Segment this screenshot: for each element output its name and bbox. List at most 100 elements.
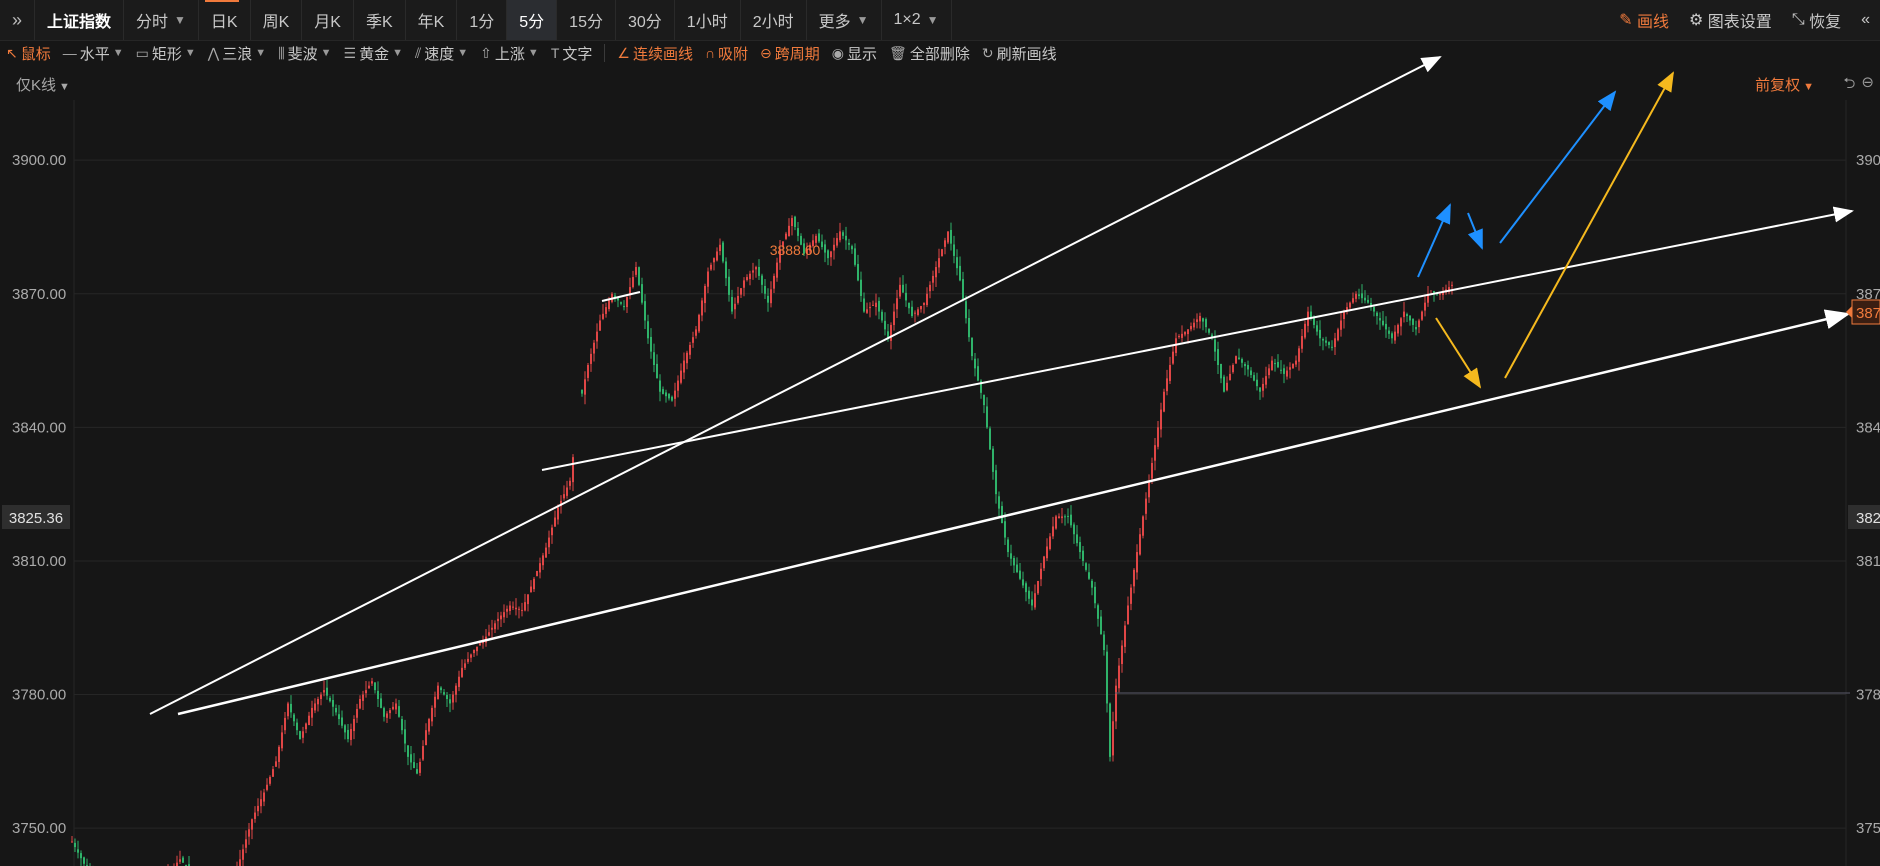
candle-body (536, 570, 538, 577)
kline-chart[interactable]: 3900.00 390 3870.00 387 3840.00 384 3810.00 381… (0, 0, 1880, 866)
candle-body (443, 692, 445, 695)
candle-body (1340, 320, 1342, 330)
candle-body (623, 305, 625, 308)
candle-body (1037, 580, 1039, 594)
candle-body (890, 324, 892, 341)
candle-body (509, 605, 511, 612)
candle-body (290, 703, 292, 713)
candle-body (920, 306, 922, 310)
candle-body (905, 292, 907, 301)
candle-body (1409, 315, 1411, 321)
candle-body (506, 608, 508, 612)
candle-body (737, 295, 739, 303)
candle-body (332, 700, 334, 707)
candle-body (839, 231, 841, 241)
candle-body (1418, 320, 1420, 328)
candle-body (368, 685, 370, 689)
candle-body (893, 311, 895, 326)
candle-body (881, 311, 883, 321)
y-tick-label: 3750.00 (12, 820, 66, 837)
candle-body (644, 301, 646, 321)
candle-body (896, 298, 898, 310)
candle-body (827, 250, 829, 259)
yellow-arrow-1 (1435, 317, 1482, 389)
candle-body (791, 218, 793, 227)
candle-body (1169, 365, 1171, 381)
candle-body (74, 842, 76, 848)
candle-body (416, 769, 418, 774)
candle-body (1274, 363, 1276, 365)
candle-body (245, 839, 247, 848)
annotations (149, 56, 1854, 716)
candle-body (968, 317, 970, 338)
candle-body (1364, 297, 1366, 301)
candle-body (452, 694, 454, 703)
candle-body (1025, 583, 1027, 593)
candle-body (1292, 363, 1294, 369)
candle-body (857, 264, 859, 281)
candle-body (785, 233, 787, 239)
candle-body (632, 277, 634, 288)
candle-body (872, 304, 874, 306)
candle-body (929, 284, 931, 292)
candle-body (566, 487, 568, 496)
candle-body (1250, 370, 1252, 376)
candle-body (671, 396, 673, 401)
candle-body (1112, 721, 1114, 756)
candle-body (752, 270, 754, 273)
candle-body (1367, 299, 1369, 303)
candle-body (1064, 516, 1066, 518)
candle-body (1439, 293, 1441, 295)
candle-body (1004, 521, 1006, 538)
candle-body (941, 249, 943, 257)
candle-body (389, 710, 391, 714)
candle-body (1070, 514, 1072, 526)
candle-body (266, 784, 268, 790)
candle-body (374, 682, 376, 691)
candle-body (350, 729, 352, 740)
candle-body (1337, 329, 1339, 341)
candle-body (284, 717, 286, 731)
candle-body (470, 654, 472, 658)
candle-body (1067, 515, 1069, 517)
candle-body (1262, 383, 1264, 391)
candle-body (260, 799, 262, 807)
candle-body (176, 862, 178, 866)
candle-body (680, 370, 682, 383)
candle-body (413, 762, 415, 769)
candle-body (305, 723, 307, 730)
candle-body (1106, 651, 1108, 704)
candle-body (278, 746, 280, 762)
candle-body (1394, 331, 1396, 341)
candle-body (956, 257, 958, 269)
candle-body (821, 241, 823, 247)
candle-body (734, 303, 736, 310)
candle-body (497, 618, 499, 622)
candle-body (698, 314, 700, 332)
candle-body (1355, 293, 1357, 299)
candle-body (848, 242, 850, 245)
candle-body (554, 517, 556, 527)
candle-body (692, 337, 694, 343)
candle-body (707, 271, 709, 287)
candle-body (590, 353, 592, 364)
candle-body (476, 646, 478, 652)
candle-body (563, 494, 565, 499)
y-tick-label-right: 375 (1856, 820, 1880, 837)
candle-body (401, 719, 403, 731)
candle-body (1373, 306, 1375, 312)
candle-body (713, 258, 715, 263)
candle-body (605, 307, 607, 314)
candle-body (500, 615, 502, 620)
candle-body (1079, 542, 1081, 553)
candle-body (911, 306, 913, 317)
candle-body (362, 694, 364, 701)
candle-body (1148, 480, 1150, 498)
candle-body (773, 275, 775, 289)
candle-body (695, 329, 697, 336)
candle-body (716, 251, 718, 261)
candle-body (1013, 558, 1015, 566)
candle-body (1214, 339, 1216, 352)
candle-body (1397, 324, 1399, 334)
candle-body (755, 267, 757, 270)
